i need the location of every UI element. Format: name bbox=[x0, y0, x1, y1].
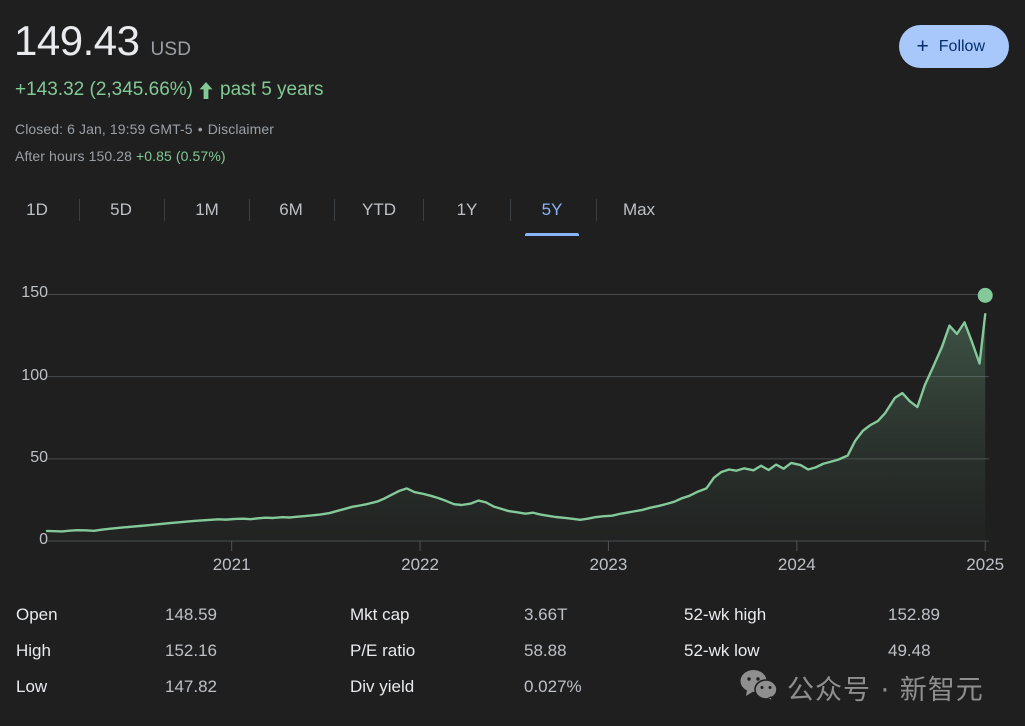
disclaimer-link[interactable]: Disclaimer bbox=[208, 121, 274, 137]
y-axis-tick-label: 100 bbox=[14, 367, 48, 385]
chart-endpoint-marker bbox=[978, 288, 993, 303]
stat-label: Low bbox=[16, 677, 47, 697]
stat-label: 52-wk low bbox=[684, 641, 760, 661]
x-axis-tick-label: 2024 bbox=[757, 555, 837, 575]
tab-label: 6M bbox=[279, 200, 303, 220]
meta-separator: • bbox=[198, 121, 203, 137]
tab-1y[interactable]: 1Y bbox=[439, 190, 495, 230]
stat-value: 3.66T bbox=[524, 605, 567, 625]
tab-6m[interactable]: 6M bbox=[261, 190, 321, 230]
price-chart-svg[interactable] bbox=[0, 258, 1025, 588]
tab-label: 1Y bbox=[457, 200, 478, 220]
tab-1d[interactable]: 1D bbox=[10, 190, 64, 230]
tab-divider bbox=[334, 199, 335, 221]
stat-label: Open bbox=[16, 605, 58, 625]
price-change-period: past 5 years bbox=[220, 79, 324, 101]
tab-selected-underline bbox=[525, 233, 579, 236]
price-change-row: +143.32 (2,345.66%) past 5 years bbox=[15, 79, 324, 101]
tab-divider bbox=[423, 199, 424, 221]
tab-ytd[interactable]: YTD bbox=[342, 190, 416, 230]
tab-divider bbox=[249, 199, 250, 221]
tab-label: 5Y bbox=[542, 200, 563, 220]
stat-value: 0.027% bbox=[524, 677, 582, 697]
plus-icon: + bbox=[917, 36, 929, 57]
x-axis-tick-label: 2023 bbox=[568, 555, 648, 575]
tab-label: 1M bbox=[195, 200, 219, 220]
stat-value: 152.89 bbox=[888, 605, 940, 625]
closed-timestamp: Closed: 6 Jan, 19:59 GMT-5 bbox=[15, 121, 193, 137]
stat-label: P/E ratio bbox=[350, 641, 415, 661]
tab-1m[interactable]: 1M bbox=[176, 190, 238, 230]
follow-button-label: Follow bbox=[939, 38, 985, 56]
current-price: 149.43 bbox=[14, 18, 139, 64]
price-change-value: +143.32 (2,345.66%) bbox=[15, 79, 193, 101]
follow-button[interactable]: + Follow bbox=[899, 25, 1010, 68]
after-hours-row: After hours 150.28+0.85 (0.57%) bbox=[15, 148, 226, 164]
stat-value: 152.16 bbox=[165, 641, 217, 661]
watermark-text: 公众号 · 新智元 bbox=[787, 668, 984, 707]
price-block: 149.43 USD bbox=[14, 18, 191, 64]
x-axis-tick-label: 2021 bbox=[192, 555, 272, 575]
tab-divider bbox=[164, 199, 165, 221]
watermark: 公众号 · 新智元 bbox=[740, 668, 984, 707]
chart-area-fill bbox=[47, 314, 985, 541]
x-axis-tick-label: 2025 bbox=[945, 555, 1025, 575]
after-hours-price: After hours 150.28 bbox=[15, 148, 132, 164]
tab-label: Max bbox=[623, 200, 655, 220]
stat-label: Mkt cap bbox=[350, 605, 410, 625]
tab-label: YTD bbox=[362, 200, 396, 220]
stat-label: Div yield bbox=[350, 677, 414, 697]
currency-label: USD bbox=[150, 39, 191, 61]
tab-divider bbox=[596, 199, 597, 221]
stat-label: 52-wk high bbox=[684, 605, 766, 625]
arrow-up-icon bbox=[199, 82, 213, 99]
tab-5y[interactable]: 5Y bbox=[525, 190, 579, 230]
stat-value: 49.48 bbox=[888, 641, 931, 661]
stat-value: 148.59 bbox=[165, 605, 217, 625]
tab-max[interactable]: Max bbox=[608, 190, 670, 230]
after-hours-change: +0.85 (0.57%) bbox=[136, 148, 226, 164]
stat-value: 58.88 bbox=[524, 641, 567, 661]
y-axis-tick-label: 0 bbox=[14, 531, 48, 549]
market-status-row: Closed: 6 Jan, 19:59 GMT-5 • Disclaimer bbox=[15, 121, 274, 137]
tab-divider bbox=[510, 199, 511, 221]
range-tabs: 1D 5D 1M 6M YTD 1Y 5Y Max bbox=[0, 190, 1025, 236]
x-axis-tick-label: 2022 bbox=[380, 555, 460, 575]
y-axis-tick-label: 150 bbox=[14, 284, 48, 302]
stock-quote-page: 149.43 USD +143.32 (2,345.66%) past 5 ye… bbox=[0, 0, 1025, 726]
tab-5d[interactable]: 5D bbox=[92, 190, 150, 230]
tab-label: 5D bbox=[110, 200, 132, 220]
stat-value: 147.82 bbox=[165, 677, 217, 697]
wechat-icon bbox=[740, 670, 778, 705]
y-axis-tick-label: 50 bbox=[14, 449, 48, 467]
tab-label: 1D bbox=[26, 200, 48, 220]
tab-divider bbox=[79, 199, 80, 221]
price-chart[interactable]: 0 50 100 150 2021 2022 2023 2024 2025 bbox=[0, 258, 1025, 588]
stat-label: High bbox=[16, 641, 51, 661]
